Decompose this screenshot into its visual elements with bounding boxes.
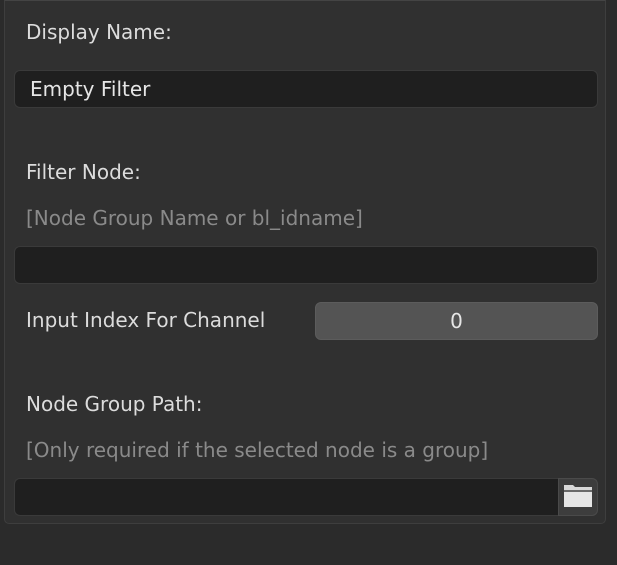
display-name-label: Display Name:: [26, 20, 172, 44]
node-group-path-hint: [Only required if the selected node is a…: [26, 438, 489, 462]
folder-icon: [563, 482, 593, 512]
page: Display Name: Empty Filter Filter Node: …: [0, 0, 617, 565]
node-group-path-input[interactable]: [14, 478, 558, 516]
node-group-path-label: Node Group Path:: [26, 392, 203, 416]
filter-node-input[interactable]: [14, 246, 598, 284]
display-name-input[interactable]: Empty Filter: [14, 70, 598, 108]
browse-folder-button[interactable]: [558, 478, 598, 516]
filter-node-hint: [Node Group Name or bl_idname]: [26, 206, 363, 230]
input-index-label: Input Index For Channel: [26, 308, 266, 332]
input-index-field[interactable]: 0: [315, 302, 598, 340]
filter-node-label: Filter Node:: [26, 160, 141, 184]
